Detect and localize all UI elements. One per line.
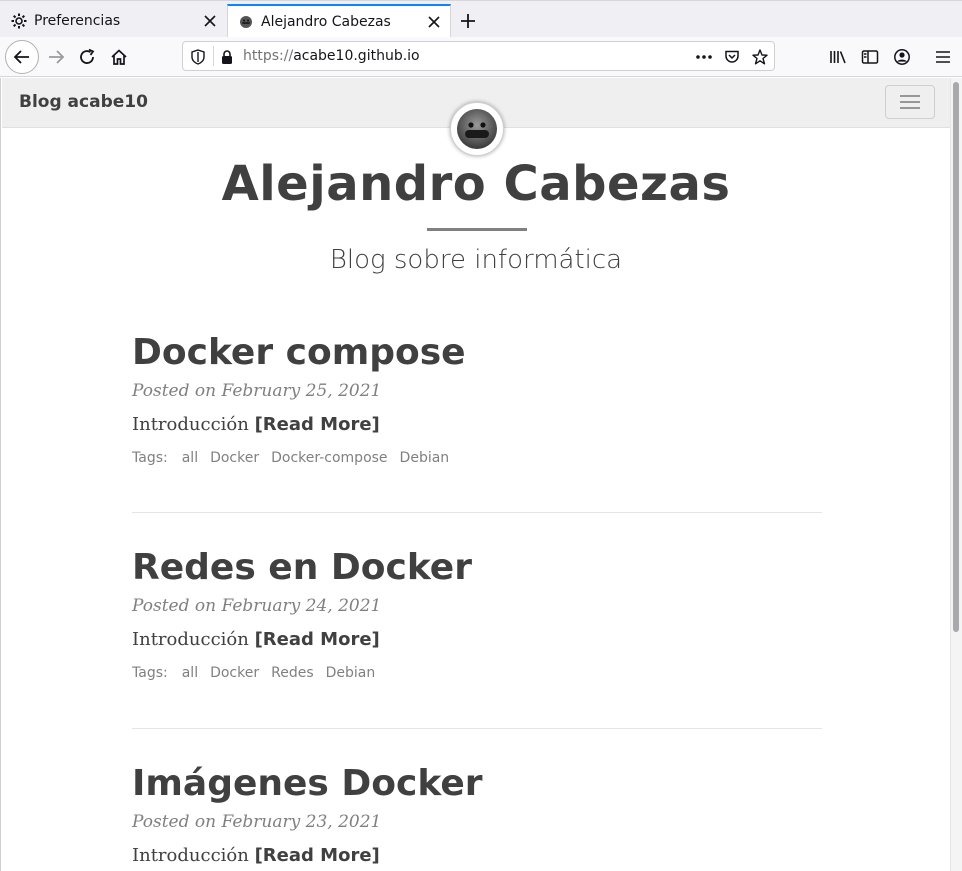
tab-title: Preferencias [34,12,121,29]
post-title-link[interactable]: Imágenes Docker [132,763,822,804]
sidebar-button[interactable] [854,41,886,73]
back-button[interactable] [5,40,39,74]
post-excerpt: Introducción [Read More] [132,414,822,435]
library-button[interactable] [822,41,854,73]
page-scrollbar[interactable] [950,78,962,871]
read-more-link[interactable]: [Read More] [255,629,380,650]
tab-preferencias[interactable]: Preferencias [0,4,226,37]
tags-label: Tags: [132,665,168,681]
tag-link[interactable]: all [182,665,198,681]
post-date: Posted on February 24, 2021 [132,596,382,616]
post-divider [132,512,822,513]
read-more-link[interactable]: [Read More] [255,414,380,435]
navigation-toolbar: https://acabe10.github.io [0,37,962,77]
url-text: https://acabe10.github.io [243,48,420,64]
sidebar-icon [861,50,879,64]
post-preview: Redes en Docker Posted on February 24, 2… [132,547,822,681]
reload-button[interactable] [71,41,103,73]
bookmark-star-icon[interactable] [750,47,770,67]
scrollbar-thumb[interactable] [953,82,959,632]
more-actions-icon[interactable] [694,47,714,67]
url-bar[interactable]: https://acabe10.github.io [182,41,775,71]
plus-icon [461,14,475,28]
forward-button[interactable] [40,41,72,73]
account-icon [894,49,910,65]
site-brand-link[interactable]: Blog acabe10 [19,92,148,112]
avatar[interactable] [450,102,504,156]
tag-link[interactable]: Docker [210,450,259,466]
library-icon [830,51,846,64]
excerpt-text: Introducción [132,414,249,435]
post-excerpt: Introducción [Read More] [132,845,822,866]
tag-link[interactable]: Redes [271,665,314,681]
excerpt-text: Introducción [132,845,249,866]
post-tags: Tags: all Docker Redes Debian [132,665,822,681]
menu-toggle-button[interactable] [885,85,935,119]
tab-alejandro-cabezas[interactable]: Alejandro Cabezas [227,4,451,38]
hamburger-icon [900,95,920,109]
pocket-icon[interactable] [722,47,742,67]
title-divider [427,228,527,231]
post-title-link[interactable]: Redes en Docker [132,547,822,588]
post-divider [132,728,822,729]
post-excerpt: Introducción [Read More] [132,629,822,650]
arrow-left-icon [13,50,29,64]
tag-link[interactable]: Docker [210,665,259,681]
arrow-right-icon [49,50,65,64]
post-date: Posted on February 25, 2021 [132,381,382,401]
lock-icon[interactable] [217,47,237,67]
tag-link[interactable]: all [182,450,198,466]
page-viewport: Blog acabe10 Alejandro Cabezas Blog sobr… [0,78,962,871]
close-icon[interactable] [424,12,444,32]
home-icon [111,49,127,65]
site-favicon-icon [238,14,254,30]
tag-link[interactable]: Debian [326,665,376,681]
avatar-image [457,109,497,149]
home-button[interactable] [103,41,135,73]
tab-title: Alejandro Cabezas [261,14,391,30]
tag-link[interactable]: Docker-compose [271,450,387,466]
app-menu-button[interactable] [927,41,959,73]
post-title-link[interactable]: Docker compose [132,332,822,373]
read-more-link[interactable]: [Read More] [255,845,380,866]
new-tab-button[interactable] [456,9,480,33]
site-title: Alejandro Cabezas [221,156,731,212]
url-divider [213,46,214,66]
hamburger-icon [936,51,950,63]
tags-label: Tags: [132,450,168,466]
account-button[interactable] [886,41,918,73]
post-preview: Imágenes Docker Posted on February 23, 2… [132,763,822,866]
tab-strip: Preferencias Alejandro Cabezas [0,0,962,38]
excerpt-text: Introducción [132,629,249,650]
post-preview: Docker compose Posted on February 25, 20… [132,332,822,466]
post-tags: Tags: all Docker Docker-compose Debian [132,450,822,466]
site-subtitle: Blog sobre informática [329,245,623,275]
shield-icon[interactable] [188,47,208,67]
gear-icon [11,13,27,29]
tag-link[interactable]: Debian [400,450,450,466]
reload-icon [80,48,95,64]
close-icon[interactable] [200,11,220,31]
post-date: Posted on February 23, 2021 [132,812,382,832]
